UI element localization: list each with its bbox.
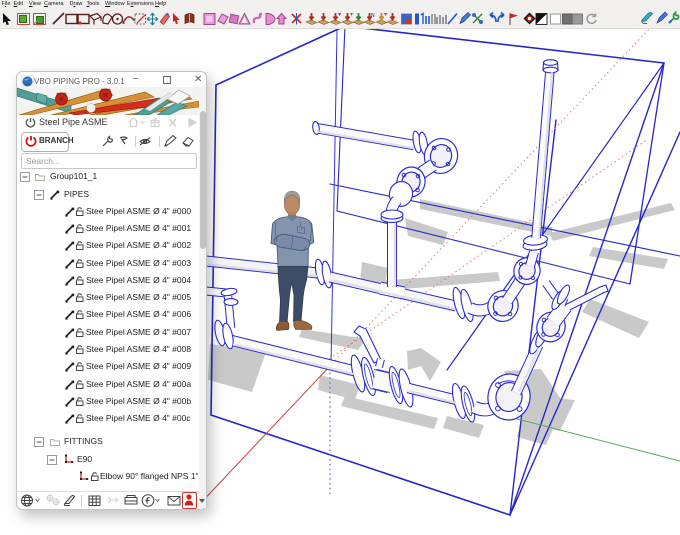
svg-text:N: N: [371, 13, 375, 19]
